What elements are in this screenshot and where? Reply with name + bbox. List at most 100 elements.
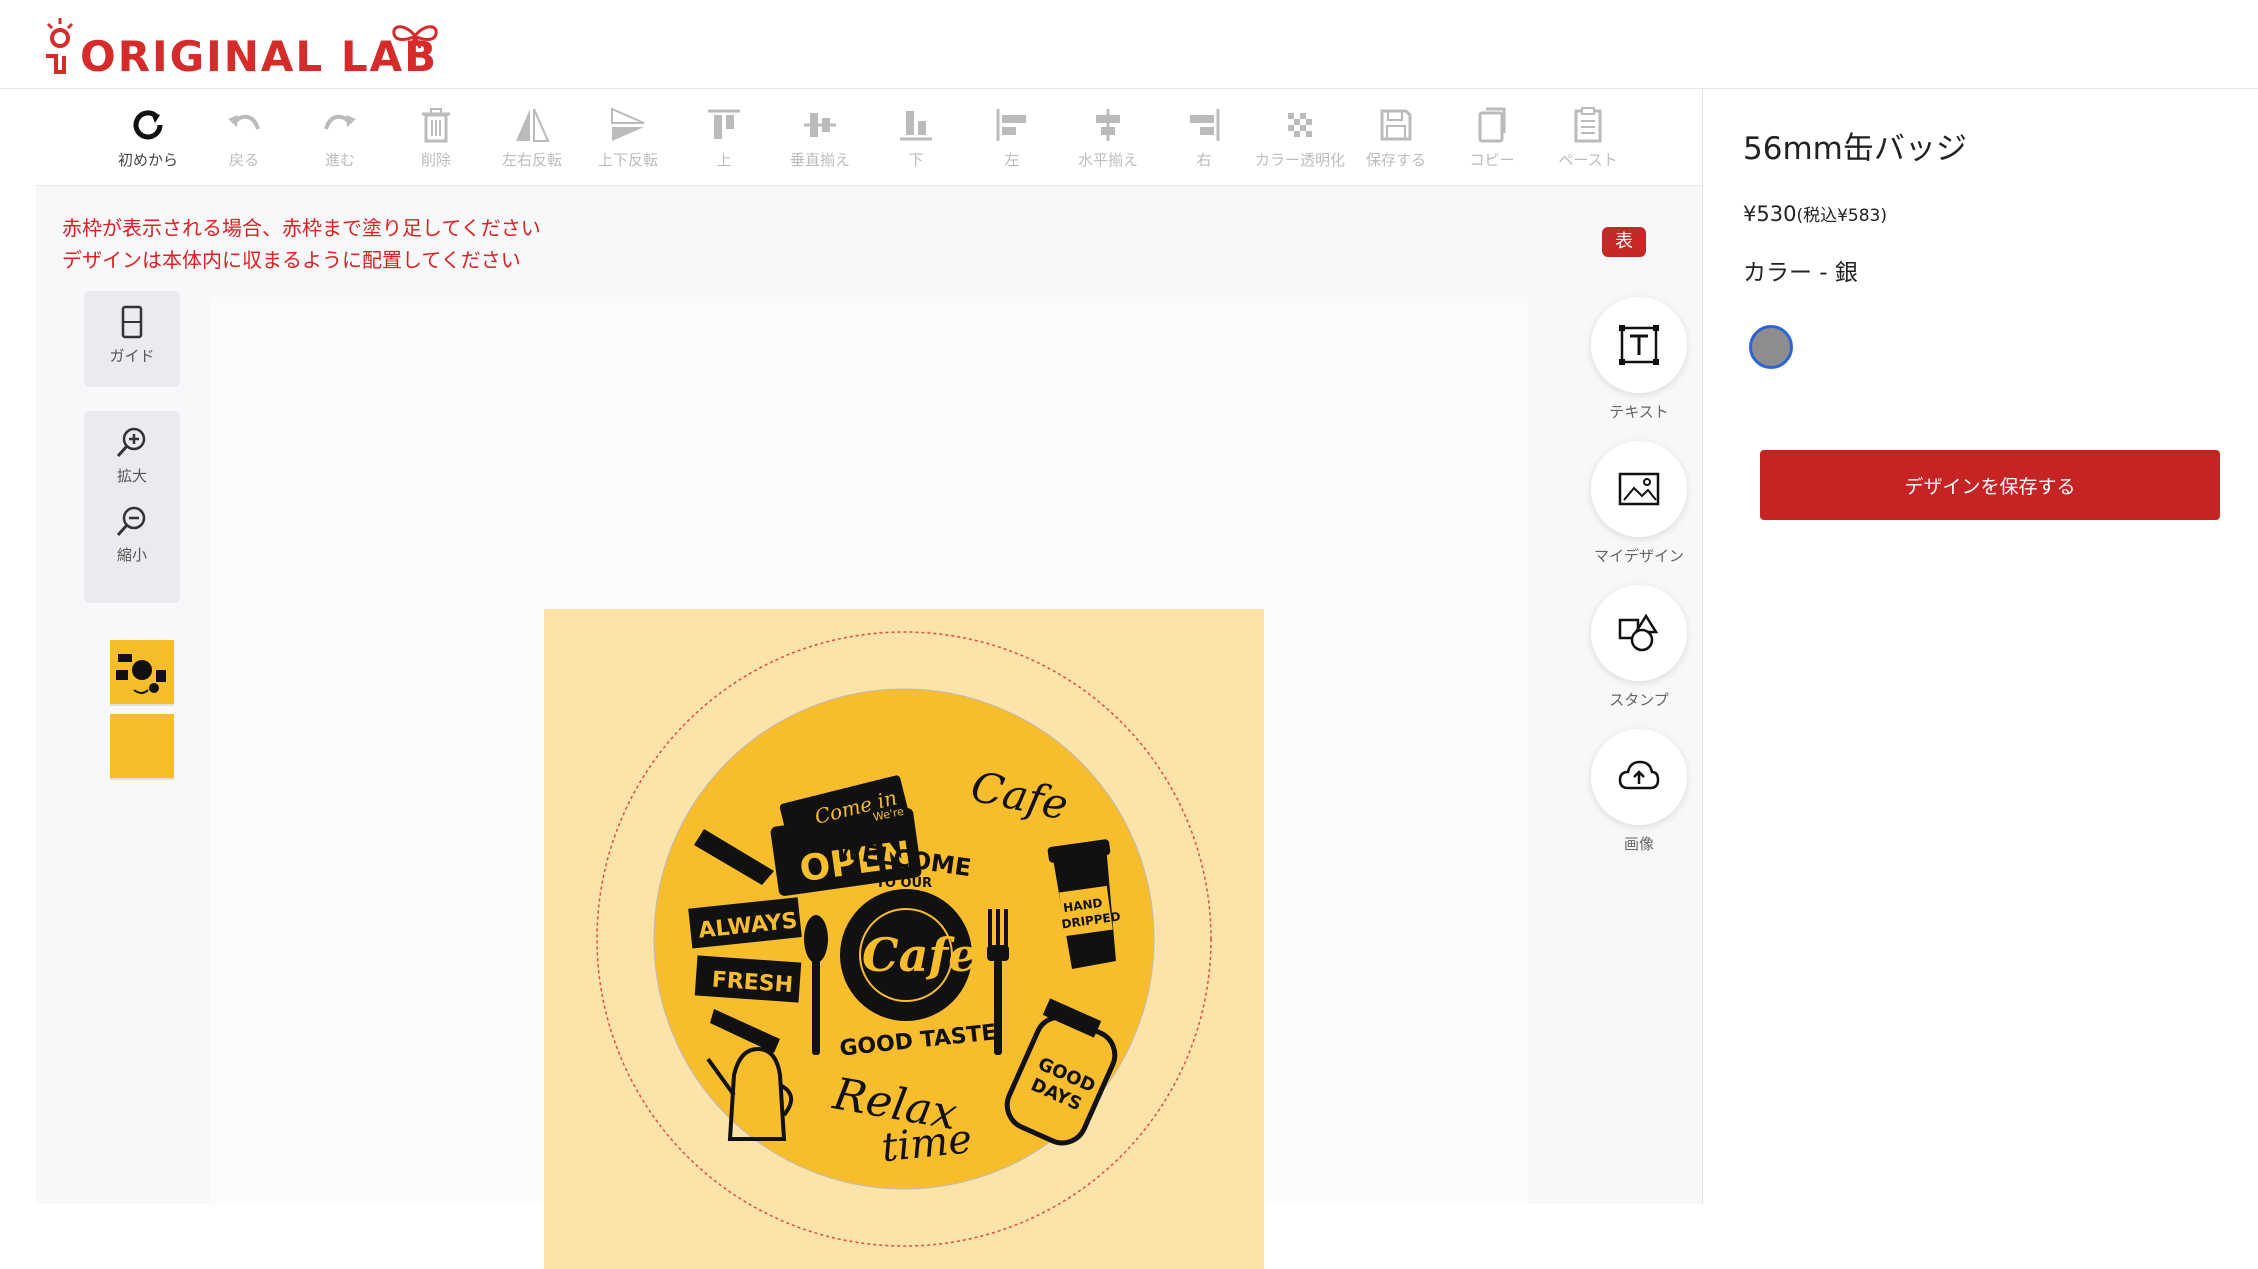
svg-text:TO OUR: TO OUR — [876, 876, 932, 891]
upload-image-circle[interactable] — [1591, 729, 1687, 825]
artwork-thumbnail-image — [116, 654, 166, 694]
redo-label: 進む — [324, 151, 355, 169]
warning-line-2: デザインは本体内に収まるように配置してください — [62, 248, 521, 272]
reset-icon — [133, 110, 163, 140]
editor-toolbar: 初めから 戻る 進む 削除 左右反転 上下反転 上 垂直揃え 下 左 水平揃え … — [36, 89, 1702, 186]
redo-icon — [324, 114, 356, 130]
copy-icon — [1478, 107, 1506, 143]
align-bottom-label: 下 — [908, 151, 924, 169]
align-right-label: 右 — [1196, 151, 1212, 169]
original-lab-logo[interactable]: ORIGINAL LAB — [42, 18, 438, 78]
align-horizontal-center-label: 水平揃え — [1077, 151, 1138, 169]
paste-icon — [1574, 107, 1602, 143]
undo-button[interactable]: 戻る — [196, 105, 292, 181]
align-horizontal-center-button[interactable]: 水平揃え — [1060, 105, 1156, 181]
design-workspace: 初めから 戻る 進む 削除 左右反転 上下反転 上 垂直揃え 下 左 水平揃え … — [36, 89, 1702, 1269]
my-design-button[interactable]: マイデザイン — [1591, 441, 1687, 566]
guide-icon — [121, 305, 143, 339]
align-left-label: 左 — [1004, 151, 1020, 169]
add-text-button[interactable]: テキスト — [1591, 297, 1687, 422]
flip-vertical-icon — [611, 107, 645, 141]
paste-button[interactable]: ペースト — [1540, 105, 1636, 181]
lightbulb-icon — [46, 18, 74, 74]
color-label: カラー - 銀 — [1743, 260, 1858, 286]
my-design-circle[interactable] — [1591, 441, 1687, 537]
upload-image-button[interactable]: 画像 — [1591, 729, 1687, 854]
trash-icon — [422, 108, 450, 143]
color-swatch-silver[interactable] — [1749, 325, 1793, 369]
product-title: 56mm缶バッジ — [1743, 131, 1967, 167]
align-vertical-center-label: 垂直揃え — [789, 151, 850, 169]
shapes-icon — [1618, 613, 1659, 652]
undo-label: 戻る — [228, 151, 259, 169]
flip-vertical-button[interactable]: 上下反転 — [580, 105, 676, 181]
stamp-circle[interactable] — [1591, 585, 1687, 681]
upload-image-label: 画像 — [1623, 835, 1654, 853]
zoom-in-label: 拡大 — [116, 467, 147, 485]
add-text-circle[interactable] — [1591, 297, 1687, 393]
align-top-label: 上 — [716, 151, 732, 169]
side-badge-front[interactable]: 表 — [1602, 227, 1646, 257]
undo-icon — [228, 114, 260, 130]
align-top-button[interactable]: 上 — [676, 105, 772, 181]
svg-text:Cafe: Cafe — [862, 928, 977, 982]
cloud-upload-icon — [1618, 760, 1660, 790]
zoom-out-label: 縮小 — [116, 546, 147, 564]
bleed-warning: 赤枠が表示される場合、赤枠まで塗り足してください デザインは本体内に収まるように… — [62, 212, 541, 276]
warning-line-1: 赤枠が表示される場合、赤枠まで塗り足してください — [62, 216, 541, 240]
site-header: ORIGINAL LAB — [0, 0, 2258, 89]
flip-horizontal-label: 左右反転 — [501, 151, 562, 169]
layer-thumbnail-artwork[interactable] — [110, 640, 174, 706]
zoom-in-icon — [116, 427, 146, 458]
paste-label: ペースト — [1558, 151, 1618, 169]
my-design-label: マイデザイン — [1593, 547, 1684, 565]
ribbon-icon — [392, 25, 438, 49]
align-horizontal-center-icon — [1096, 109, 1120, 141]
flip-vertical-label: 上下反転 — [597, 151, 658, 169]
stamp-label: スタンプ — [1609, 691, 1669, 709]
align-top-icon — [708, 109, 740, 139]
transparency-icon — [1288, 113, 1312, 137]
zoom-in-button[interactable]: 拡大 — [84, 411, 180, 486]
align-left-button[interactable]: 左 — [964, 105, 1060, 181]
stamp-button[interactable]: スタンプ — [1591, 585, 1687, 710]
copy-button[interactable]: コピー — [1444, 105, 1540, 181]
flip-horizontal-button[interactable]: 左右反転 — [484, 105, 580, 181]
price-with-tax: (税込¥583) — [1796, 206, 1887, 226]
save-tool-label: 保存する — [1365, 151, 1426, 169]
align-vertical-center-button[interactable]: 垂直揃え — [772, 105, 868, 181]
add-text-label: テキスト — [1609, 403, 1669, 421]
align-bottom-icon — [900, 111, 932, 141]
align-vertical-center-icon — [804, 113, 836, 137]
copy-label: コピー — [1469, 151, 1515, 169]
text-icon — [1619, 325, 1659, 365]
zoom-out-icon — [116, 506, 146, 537]
align-bottom-button[interactable]: 下 — [868, 105, 964, 181]
product-panel: 56mm缶バッジ ¥530(税込¥583) カラー - 銀 デザインを保存する — [1702, 89, 2258, 1204]
zoom-panel: 拡大 縮小 — [84, 411, 180, 603]
save-icon — [1380, 109, 1412, 141]
save-tool-button[interactable]: 保存する — [1348, 105, 1444, 181]
time-text: time — [879, 1116, 974, 1171]
reset-label: 初めから — [117, 151, 178, 169]
price-value: ¥530 — [1743, 202, 1797, 226]
zoom-out-button[interactable]: 縮小 — [84, 486, 180, 565]
align-right-button[interactable]: 右 — [1156, 105, 1252, 181]
redo-button[interactable]: 進む — [292, 105, 388, 181]
align-left-icon — [996, 109, 1026, 141]
flip-horizontal-icon — [516, 108, 550, 142]
guide-panel: ガイド — [84, 291, 180, 387]
reset-button[interactable]: 初めから — [100, 105, 196, 181]
layer-thumbnail-background[interactable] — [110, 714, 174, 780]
transparency-label: カラー透明化 — [1254, 151, 1345, 169]
align-right-icon — [1190, 109, 1220, 141]
product-price: ¥530(税込¥583) — [1743, 201, 1887, 226]
badge-artwork[interactable]: Come in We're OPEN Cafe WELCOME TO OUR C… — [544, 609, 1264, 1269]
delete-button[interactable]: 削除 — [388, 105, 484, 181]
delete-label: 削除 — [420, 151, 451, 169]
guide-button[interactable]: ガイド — [84, 291, 180, 366]
save-design-button[interactable]: デザインを保存する — [1760, 450, 2220, 520]
picture-icon — [1618, 472, 1660, 506]
transparency-button[interactable]: カラー透明化 — [1252, 105, 1348, 181]
guide-label: ガイド — [109, 347, 155, 365]
